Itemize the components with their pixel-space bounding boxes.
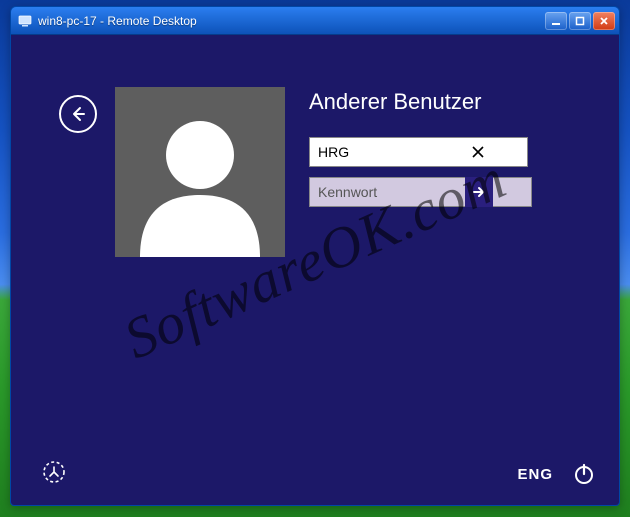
user-silhouette-icon (130, 107, 270, 257)
power-button[interactable] (571, 461, 597, 487)
back-button[interactable] (59, 95, 97, 133)
maximize-button[interactable] (569, 12, 591, 30)
arrow-right-icon (471, 184, 487, 200)
login-screen: Anderer Benutzer (11, 35, 619, 505)
close-icon (471, 145, 485, 159)
arrow-left-icon (68, 104, 88, 124)
close-button[interactable] (593, 12, 615, 30)
password-field (309, 177, 493, 207)
language-switcher[interactable]: ENG (517, 466, 553, 483)
remote-desktop-window: win8-pc-17 - Remote Desktop (10, 6, 620, 506)
rdp-icon (17, 13, 33, 29)
password-input[interactable] (309, 177, 532, 207)
other-user-title: Anderer Benutzer (309, 89, 499, 115)
window-buttons (545, 12, 615, 30)
minimize-button[interactable] (545, 12, 567, 30)
user-avatar (115, 87, 285, 257)
submit-button[interactable] (465, 177, 493, 207)
username-field (309, 137, 493, 167)
clear-username-button[interactable] (469, 143, 487, 161)
ease-of-access-icon (42, 460, 66, 484)
username-input[interactable] (309, 137, 528, 167)
titlebar[interactable]: win8-pc-17 - Remote Desktop (11, 7, 619, 35)
window-title: win8-pc-17 - Remote Desktop (38, 14, 545, 28)
login-form: Anderer Benutzer (309, 89, 499, 217)
ease-of-access-button[interactable] (41, 459, 67, 485)
power-icon (572, 462, 596, 486)
